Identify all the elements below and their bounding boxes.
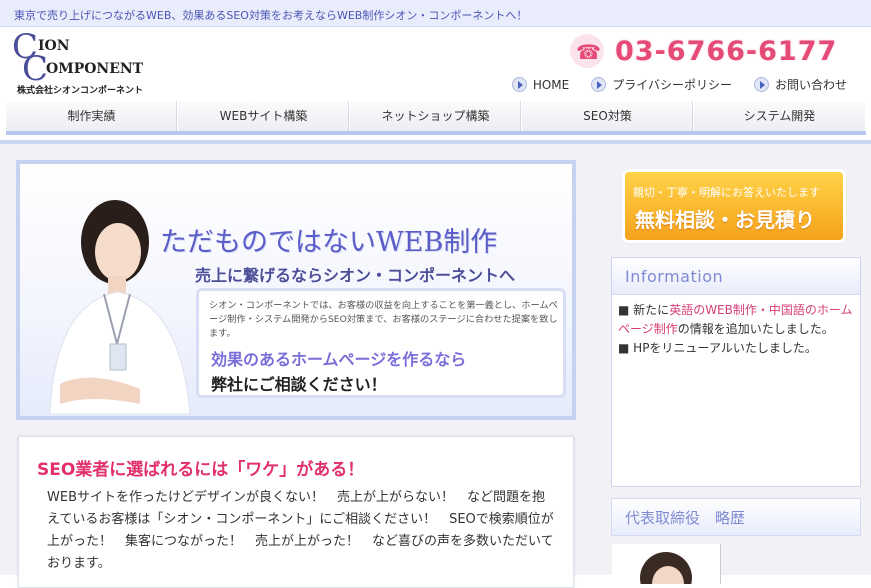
information-title: Information: [625, 267, 724, 286]
toplink-label: プライバシーポリシー: [612, 78, 732, 92]
logo-line2: OMPONENT: [46, 61, 144, 77]
list-item: ■ HPをリニューアルいたしました。: [618, 339, 856, 358]
toplink-home[interactable]: HOME: [511, 76, 570, 93]
information-list: ■ 新たに英語のWEB制作・中国語のホームページ制作の情報を追加いたしました。 …: [618, 301, 856, 358]
toplink-label: HOME: [532, 77, 570, 92]
toplink-privacy[interactable]: プライバシーポリシー: [591, 76, 732, 93]
representative-title: 代表取締役 略歴: [625, 509, 746, 527]
svg-text:☎: ☎: [576, 40, 601, 64]
information-header: Information: [612, 258, 860, 295]
consult-label: 無料相談・お見積り: [635, 208, 815, 232]
representative-photo: [612, 544, 721, 584]
phone-icon: ☎: [570, 34, 604, 68]
hero-subhead: 売上に繋げるならシオン・コンポーネントへ: [195, 266, 516, 285]
bullet: ■: [618, 303, 630, 317]
hero-lead-2: 弊社にご相談ください！: [211, 375, 387, 394]
hero-banner: ただものではないWEB制作 売上に繋げるならシオン・コンポーネントへ シオン・コ…: [16, 160, 576, 420]
hero-textbox: シオン・コンポーネントでは、お客様の収益を向上することを第一義とし、ホームページ…: [196, 288, 566, 398]
toplink-contact[interactable]: お問い合わせ: [753, 76, 847, 93]
info-text: の情報を追加いたしました。: [677, 322, 834, 336]
free-consultation-button[interactable]: 親切・丁寧・明解にお答えいたします 無料相談・お見積り: [625, 172, 843, 240]
company-name: 株式会社シオンコンポーネント: [17, 86, 144, 96]
logo-line1: ION: [38, 38, 70, 54]
nav-seo[interactable]: SEO対策: [522, 101, 694, 131]
person-image: [49, 200, 191, 414]
arrow-right-icon: [753, 77, 769, 92]
top-links: HOME プライバシーポリシー お問い合わせ: [511, 76, 847, 93]
phone-number[interactable]: 03-6766-6177: [615, 36, 837, 67]
info-text: 新たに: [633, 303, 670, 317]
seo-section: SEO業者に選ばれるには「ワケ」がある！ WEBサイトを作ったけどデザインが良く…: [18, 436, 574, 588]
arrow-right-icon: [511, 77, 527, 92]
top-bar: 東京で売り上げにつながるWEB、効果あるSEO対策をお考えならWEB制作シオン・…: [0, 0, 871, 27]
consult-subtext: 親切・丁寧・明解にお答えいたします: [633, 186, 820, 199]
information-panel: Information ■ 新たに英語のWEB制作・中国語のホームページ制作の情…: [611, 257, 861, 487]
seo-title: SEO業者に選ばれるには「ワケ」がある！: [37, 460, 365, 480]
nav-system[interactable]: システム開発: [694, 101, 866, 131]
nav-shop[interactable]: ネットショップ構築: [350, 101, 522, 131]
representative-header: 代表取締役 略歴: [611, 498, 861, 536]
tagline: 東京で売り上げにつながるWEB、効果あるSEO対策をお考えならWEB制作シオン・…: [14, 9, 528, 22]
nav-web[interactable]: WEBサイト構築: [178, 101, 350, 131]
bullet: ■: [618, 341, 630, 355]
hero-description: シオン・コンポーネントでは、お客様の収益を向上することを第一義とし、ホームページ…: [209, 300, 558, 339]
arrow-right-icon: [591, 77, 607, 92]
hero-headline: ただものではないWEB制作: [160, 227, 498, 258]
seo-body: WEBサイトを作ったけどデザインが良くない！ 売上が上がらない！ など問題を抱え…: [47, 490, 554, 571]
main-nav: 制作実績 WEBサイト構築 ネットショップ構築 SEO対策 システム開発: [6, 101, 866, 135]
toplink-label: お問い合わせ: [774, 78, 847, 92]
divider: [0, 140, 871, 144]
hero-lead-1: 効果のあるホームページを作るなら: [211, 350, 467, 369]
list-item: ■ 新たに英語のWEB制作・中国語のホームページ制作の情報を追加いたしました。: [618, 301, 856, 339]
nav-works[interactable]: 制作実績: [6, 101, 178, 131]
info-text: HPをリニューアルいたしました。: [633, 341, 817, 355]
